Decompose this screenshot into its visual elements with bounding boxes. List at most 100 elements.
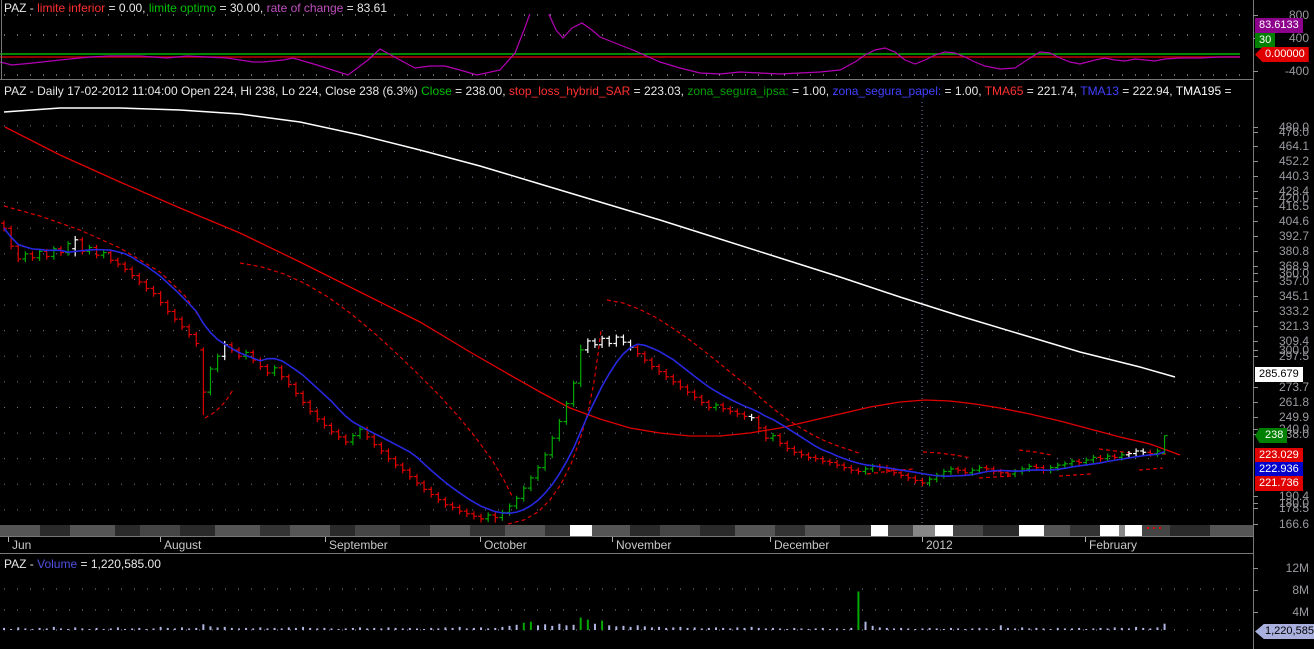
- ribbon-block: [840, 525, 871, 536]
- volume-bar: [750, 626, 753, 630]
- volume-bar: [942, 628, 945, 630]
- volume-bar: [558, 623, 561, 630]
- title-segment: = 223.03,: [630, 84, 688, 98]
- ribbon-block: [180, 525, 215, 536]
- volume-bar: [828, 628, 831, 630]
- ohlc-bar: [342, 434, 349, 446]
- ohlc-bar: [656, 363, 663, 375]
- axis-label: 4M: [1292, 605, 1309, 619]
- volume-bar: [423, 628, 426, 630]
- title-segment: PAZ -: [4, 1, 38, 15]
- volume-bar: [181, 627, 183, 630]
- ohlc-bar: [399, 462, 406, 474]
- price-axis-gutter[interactable]: 800 400 -400 480.0 476.0 464.1 452.2 440.3 428.4…: [1253, 0, 1314, 649]
- ohlc-bar: [1012, 468, 1019, 478]
- volume-bar: [444, 627, 447, 630]
- volume-bar: [821, 627, 824, 630]
- title-segment: Volume: [37, 557, 78, 571]
- roc-chart-canvas[interactable]: [0, 14, 1253, 79]
- volume-bar: [266, 628, 269, 630]
- axis-label: 357.0: [1278, 274, 1309, 288]
- volume-bar: [344, 628, 347, 630]
- ohlc-bar: [335, 429, 342, 441]
- volume-bar: [807, 628, 810, 630]
- main-chart-canvas[interactable]: [0, 100, 1253, 537]
- volume-bar: [935, 628, 938, 630]
- ohlc-bar: [485, 512, 492, 523]
- volume-bar: [152, 628, 155, 630]
- ohlc-bar: [855, 467, 862, 475]
- volume-bar: [1056, 627, 1059, 630]
- volume-bar: [771, 627, 774, 630]
- ribbon-block: [400, 525, 430, 536]
- ribbon-block: [1170, 525, 1210, 536]
- month-label: Jun: [12, 538, 32, 552]
- axis-label: 440.3: [1278, 169, 1309, 183]
- ohlc-bar: [179, 316, 185, 331]
- volume-bar: [59, 628, 62, 630]
- volume-bar: [408, 627, 411, 630]
- ribbon-block: [330, 525, 355, 536]
- volume-bar: [88, 628, 91, 630]
- rate-of-change-line: [0, 14, 1240, 76]
- volume-bar: [209, 626, 212, 630]
- volume-chart-canvas[interactable]: [0, 572, 1253, 649]
- ohlc-bar: [385, 448, 392, 462]
- ohlc-bar: [314, 408, 321, 423]
- ohlc-bar: [164, 299, 171, 315]
- volume-bar: [650, 627, 653, 630]
- ohlc-bar: [720, 402, 727, 412]
- volume-bar: [245, 627, 248, 630]
- volume-bar: [715, 627, 717, 630]
- title-segment: = 1.00,: [788, 84, 833, 98]
- volume-bar: [1135, 626, 1138, 630]
- stop-loss-sar-segment: [239, 262, 513, 497]
- volume-bar: [572, 624, 575, 630]
- ribbon-block: [430, 525, 470, 536]
- volume-bar: [437, 628, 440, 630]
- volume-bar: [316, 628, 319, 630]
- volume-bar: [166, 627, 169, 630]
- ohlc-bar: [905, 472, 912, 482]
- volume-bar: [1042, 628, 1045, 630]
- last-value-flag: 238: [1255, 428, 1288, 443]
- volume-bar: [707, 627, 710, 630]
- ribbon-block: [70, 525, 115, 536]
- volume-bar: [480, 627, 483, 630]
- volume-bar: [843, 628, 846, 630]
- ohlc-bar: [157, 291, 164, 306]
- ribbon-block: [592, 525, 630, 536]
- volume-bar: [885, 627, 888, 630]
- ohlc-bar: [819, 456, 826, 465]
- ohlc-bar: [79, 237, 86, 255]
- tma13-line: [3, 227, 1165, 514]
- volume-bar: [615, 626, 618, 630]
- chart-application-window: PAZ - limite inferior = 0.00, limite opt…: [0, 0, 1314, 649]
- last-value-flag: 1,220,585: [1255, 624, 1314, 639]
- ohlc-bar: [955, 466, 962, 474]
- ohlc-bar: [513, 495, 520, 510]
- volume-bar: [779, 628, 782, 630]
- volume-bar: [373, 627, 376, 630]
- ohlc-bar: [841, 462, 848, 471]
- volume-bar: [95, 627, 98, 630]
- time-axis-tick: [480, 537, 481, 542]
- ribbon-block: [1210, 525, 1253, 536]
- sar-end-mark: [1153, 527, 1155, 529]
- time-axis[interactable]: Jun August September October November Decembe…: [0, 537, 1253, 553]
- ohlc-bar: [734, 408, 741, 418]
- volume-bar: [159, 626, 162, 630]
- ohlc-bar: [919, 477, 926, 487]
- axis-label: 380.8: [1278, 244, 1309, 258]
- ribbon-block: [871, 525, 888, 536]
- volume-bar: [658, 626, 661, 630]
- volume-bar: [415, 628, 418, 630]
- ohlc-bar: [1161, 435, 1168, 455]
- ohlc-bar: [912, 475, 919, 484]
- volume-bar: [494, 627, 497, 630]
- ohlc-bar: [527, 475, 534, 492]
- ribbon-block: [1142, 525, 1170, 536]
- ohlc-bar: [762, 425, 769, 442]
- volume-bar: [1006, 627, 1009, 630]
- ohlc-bar: [65, 241, 72, 256]
